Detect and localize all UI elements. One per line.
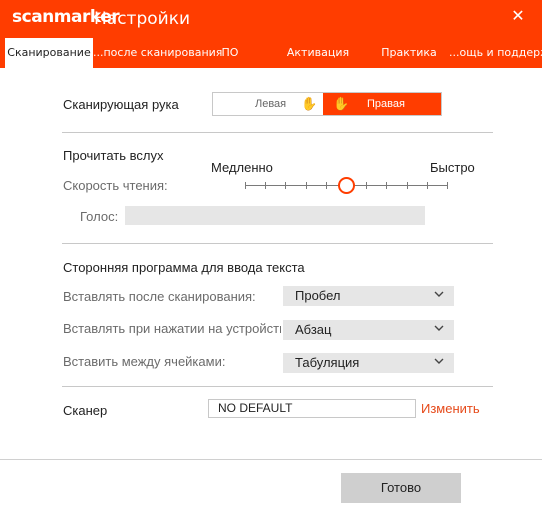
chevron-down-icon — [434, 291, 444, 297]
chevron-down-icon — [434, 358, 444, 364]
insert-between-cells-label: Вставить между ячейками: — [63, 354, 226, 369]
right-hand-icon: ✋ — [333, 96, 350, 111]
scanner-label: Сканер — [63, 403, 108, 418]
left-hand-label: Левая — [255, 98, 287, 110]
insert-after-scan-select[interactable]: Пробел — [283, 286, 454, 306]
done-button[interactable]: Готово — [341, 473, 461, 503]
footer-divider — [0, 459, 542, 460]
scanner-field: NO DEFAULT — [208, 399, 416, 418]
insert-between-cells-select[interactable]: Табуляция — [283, 353, 454, 373]
divider — [62, 386, 493, 387]
slider-tick — [285, 182, 286, 189]
tab-activation[interactable]: Активация — [283, 38, 353, 68]
tab-after-scanning[interactable]: ...после сканирования — [93, 38, 222, 68]
tab-software[interactable]: ПО — [200, 38, 260, 68]
slider-tick — [245, 182, 246, 189]
voice-select[interactable] — [125, 206, 425, 225]
slow-label: Медленно — [211, 160, 273, 175]
insert-after-scan-value: Пробел — [295, 288, 341, 303]
insert-on-press-value: Абзац — [295, 322, 332, 337]
tab-scanning[interactable]: Сканирование — [5, 38, 93, 68]
speed-slider-thumb[interactable] — [338, 177, 355, 194]
hand-label: Сканирующая рука — [63, 97, 179, 112]
right-hand-label: Правая — [367, 98, 405, 110]
close-icon[interactable]: ✕ — [508, 6, 528, 26]
right-hand-option[interactable]: ✋ Правая — [323, 93, 441, 115]
fast-label: Быстро — [430, 160, 475, 175]
reading-speed-label: Скорость чтения: — [63, 178, 168, 193]
chevron-down-icon — [434, 325, 444, 331]
tab-help-support[interactable]: ...ощь и поддержка — [449, 38, 542, 68]
tab-bar: Сканирование ...после сканирования ПО Ак… — [0, 38, 542, 68]
title-bar: scanmarker Настройки ✕ Сканирование ...п… — [0, 0, 542, 68]
voice-label: Голос: — [80, 209, 119, 224]
hand-toggle: Левая ✋ ✋ Правая — [212, 92, 442, 116]
read-aloud-heading: Прочитать вслух — [63, 148, 164, 163]
slider-tick — [427, 182, 428, 189]
slider-tick — [306, 182, 307, 189]
slider-tick — [326, 182, 327, 189]
slider-tick — [407, 182, 408, 189]
tab-practice[interactable]: Практика — [375, 38, 443, 68]
slider-tick — [386, 182, 387, 189]
slider-tick — [366, 182, 367, 189]
insert-after-scan-label: Вставлять после сканирования: — [63, 289, 256, 304]
slider-tick — [447, 182, 448, 189]
window-title: Настройки — [94, 9, 191, 29]
left-hand-option[interactable]: Левая ✋ — [213, 93, 323, 115]
insert-between-cells-value: Табуляция — [295, 355, 360, 370]
divider — [62, 132, 493, 133]
left-hand-icon: ✋ — [301, 96, 318, 111]
change-scanner-link[interactable]: Изменить — [421, 401, 480, 416]
divider — [62, 243, 493, 244]
insert-on-press-label: Вставлять при нажатии на устройстве — [63, 321, 281, 336]
slider-tick — [265, 182, 266, 189]
insert-on-press-select[interactable]: Абзац — [283, 320, 454, 340]
third-party-heading: Сторонняя программа для ввода текста — [63, 260, 305, 275]
